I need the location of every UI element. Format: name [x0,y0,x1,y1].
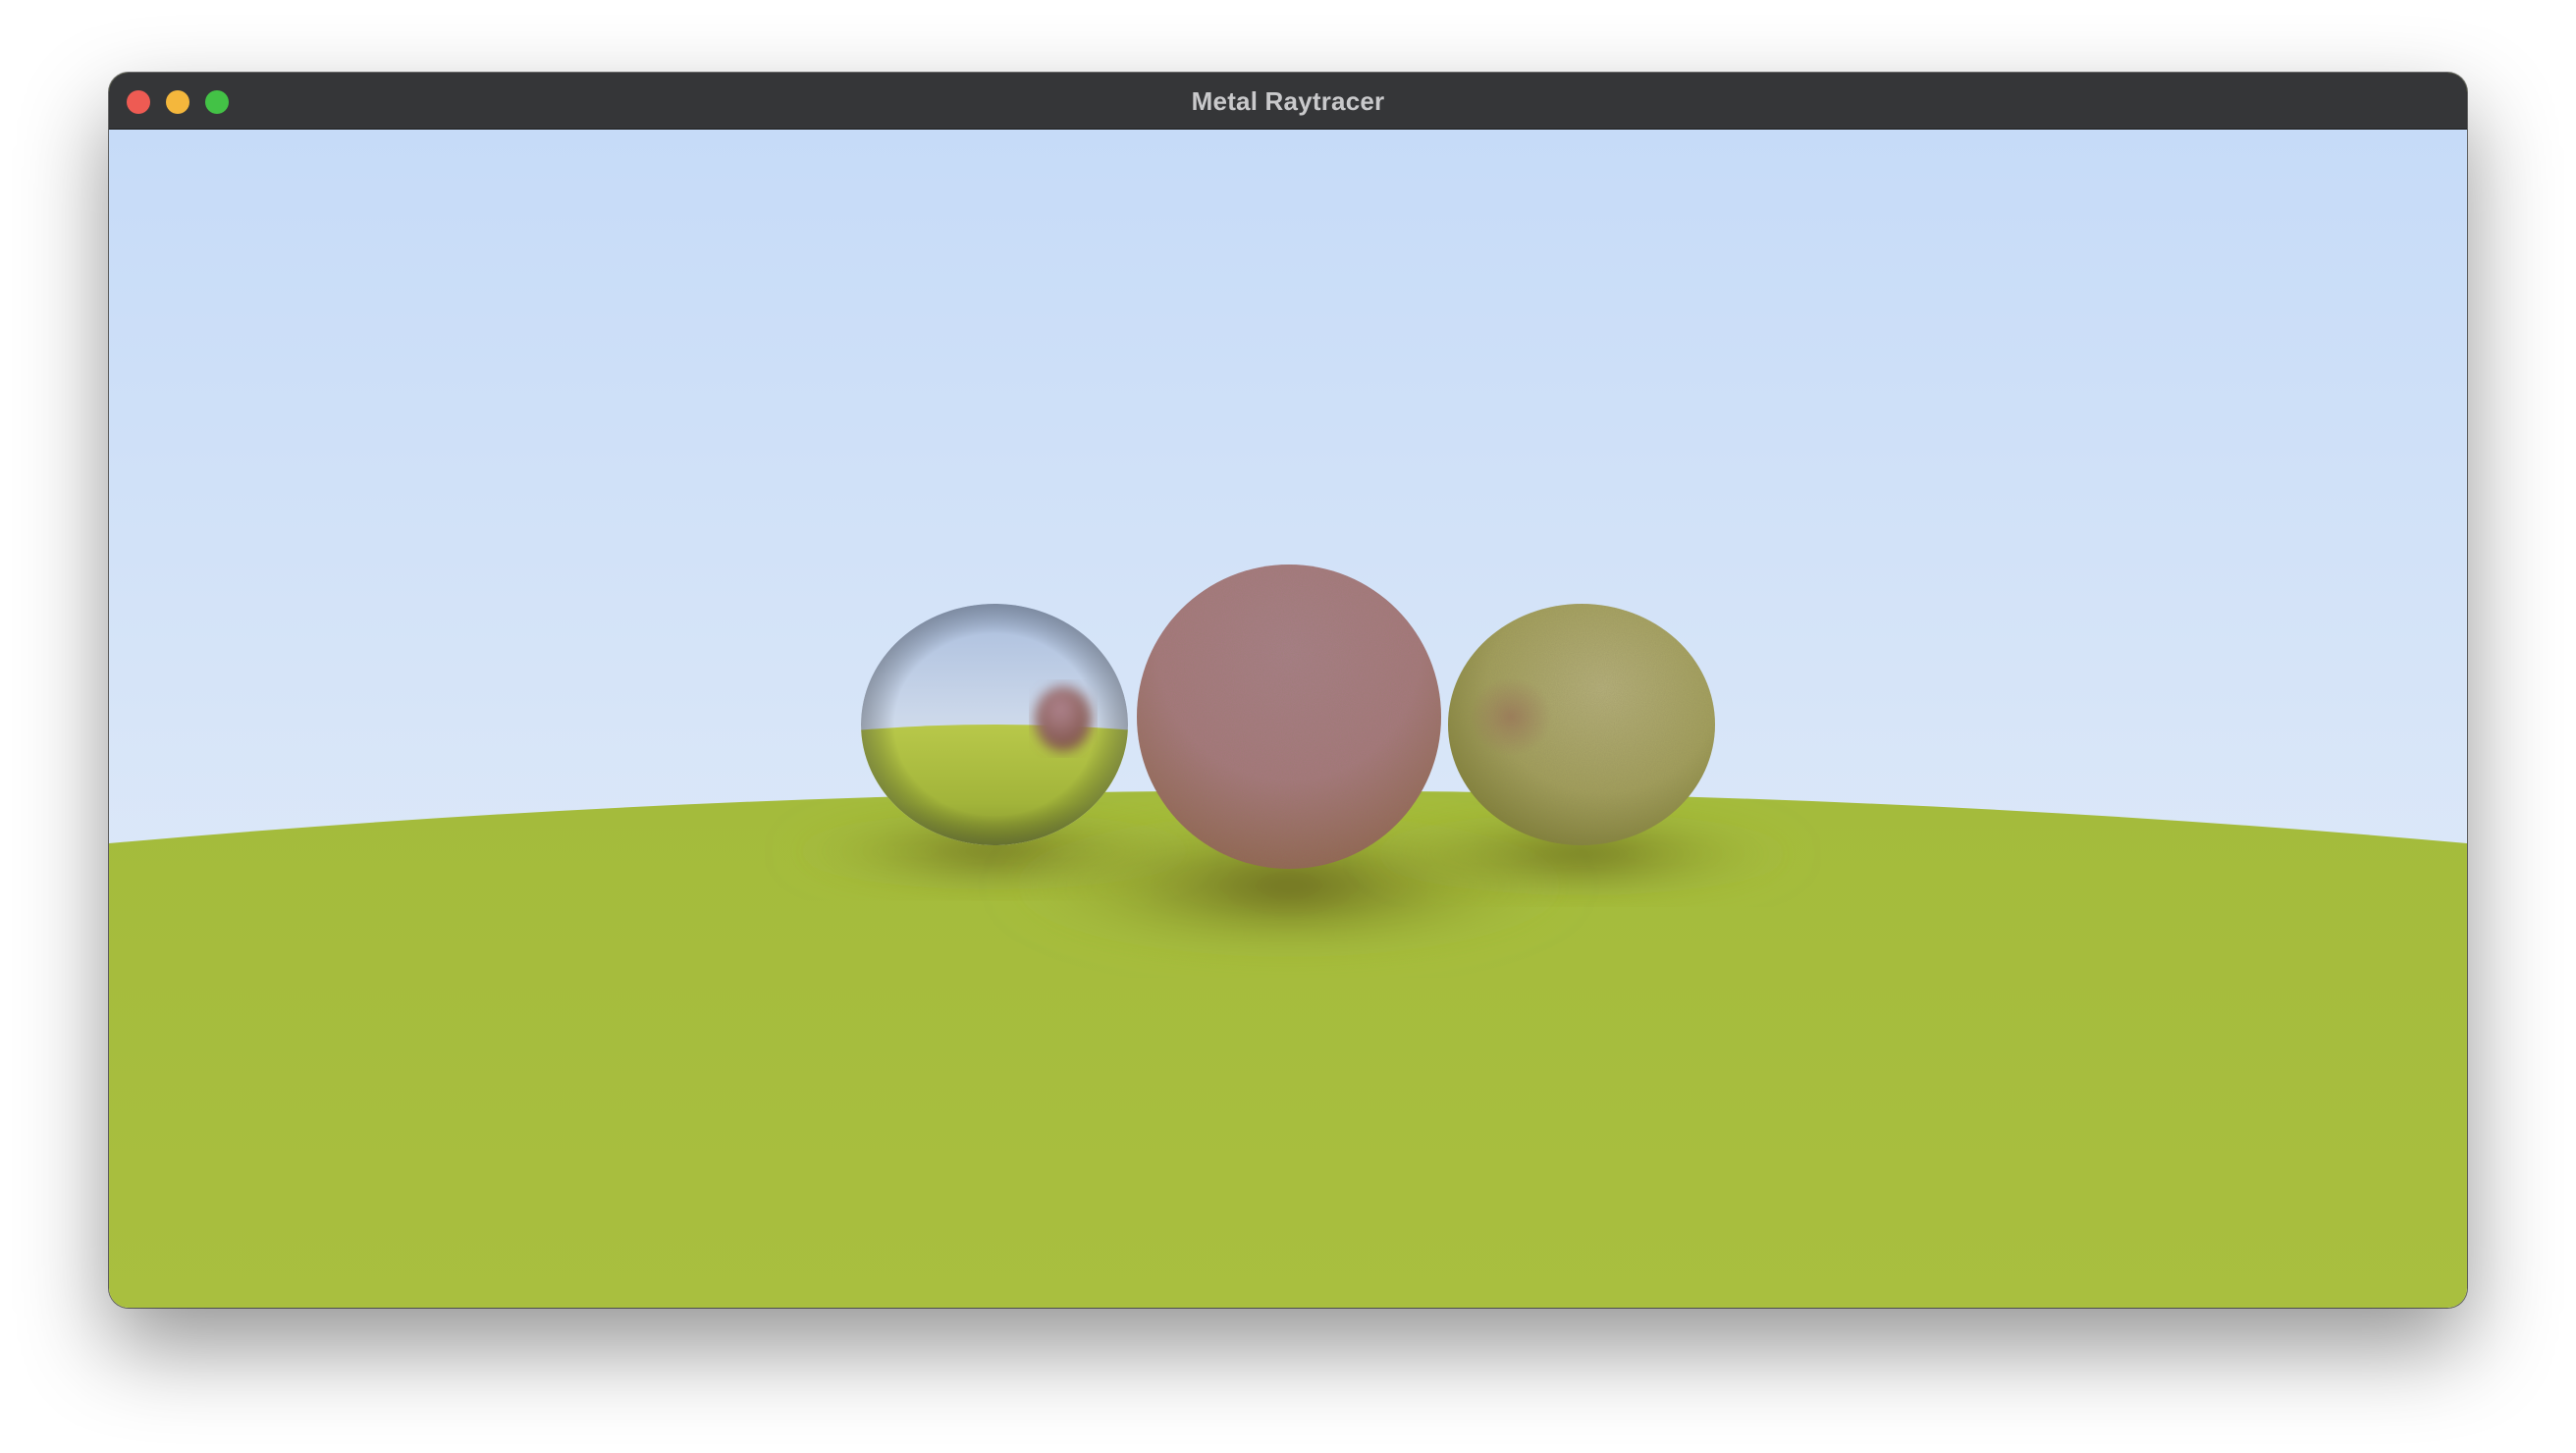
fuzzy-metal-sphere [1448,604,1715,845]
title-bar[interactable]: Metal Raytracer [109,73,2467,130]
render-canvas [109,130,2467,1308]
app-window: Metal Raytracer [109,73,2467,1308]
window-title: Metal Raytracer [1191,86,1385,116]
render-viewport [109,130,2467,1308]
diffuse-sphere [1137,565,1441,869]
